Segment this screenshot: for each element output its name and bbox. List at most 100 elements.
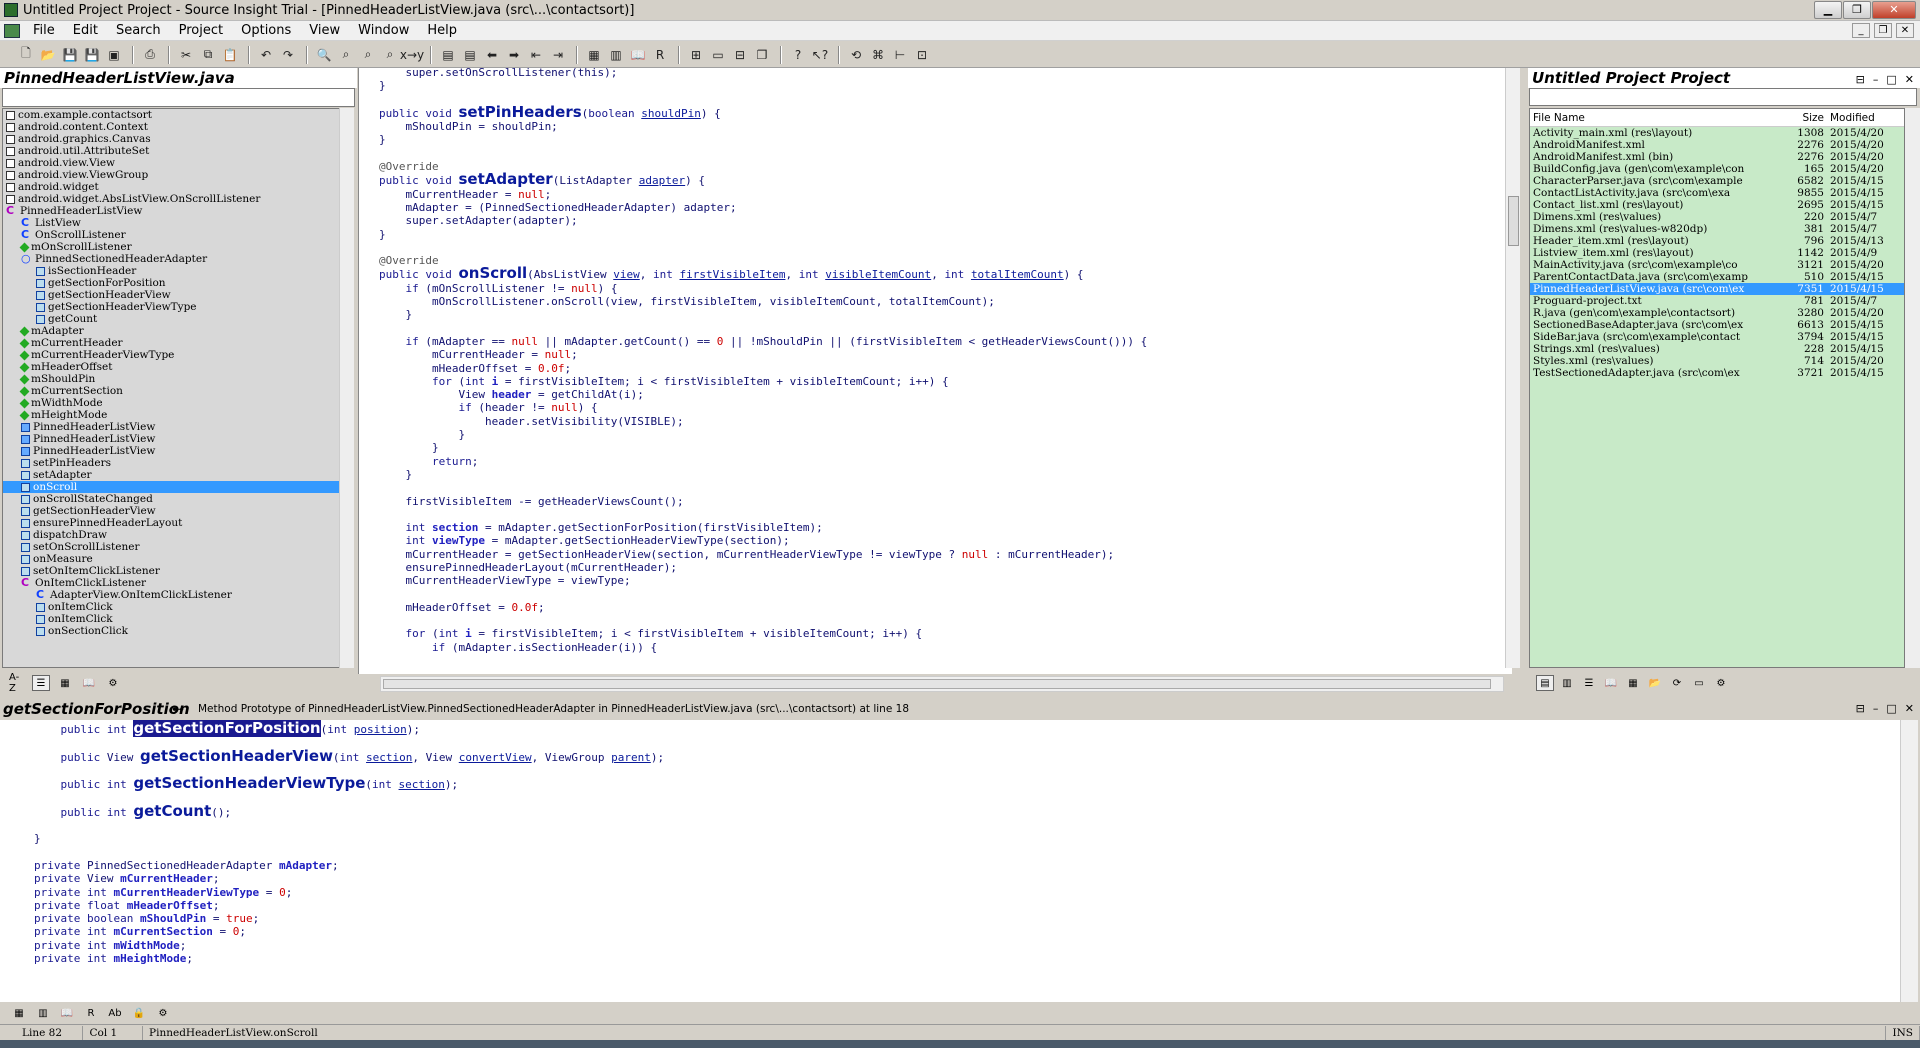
symbol-item[interactable]: android.graphics.Canvas bbox=[3, 133, 353, 145]
call-graph-icon[interactable]: ⊢ bbox=[890, 45, 910, 65]
symbol-window-icon[interactable]: ▦ bbox=[584, 45, 604, 65]
context-scrollbar[interactable] bbox=[1900, 720, 1918, 1002]
doc-minimize-icon[interactable]: _ bbox=[1852, 23, 1870, 38]
layout-cascade-icon[interactable]: ❐ bbox=[752, 45, 772, 65]
redo-icon[interactable]: ↷ bbox=[278, 45, 298, 65]
layout-grid-icon[interactable]: ⊞ bbox=[686, 45, 706, 65]
search-backward-icon[interactable]: ⌕ bbox=[336, 45, 356, 65]
settings-icon[interactable]: ⚙ bbox=[154, 1005, 172, 1021]
file-list-view-icon[interactable]: ▤ bbox=[1536, 675, 1554, 691]
file-row[interactable]: MainActivity.java (src\com\example\co 312… bbox=[1530, 259, 1904, 271]
pin-icon[interactable]: ⊟ bbox=[1856, 70, 1865, 90]
file-row[interactable]: PinnedHeaderListView.java (src\com\ex 735… bbox=[1530, 283, 1904, 295]
symbol-item[interactable]: setOnItemClickListener bbox=[3, 565, 353, 577]
symbol-item[interactable]: setOnScrollListener bbox=[3, 541, 353, 553]
book-icon[interactable]: 📖 bbox=[1602, 675, 1620, 691]
bookmark-icon[interactable]: ▤ bbox=[438, 45, 458, 65]
symbol-item[interactable]: getSectionHeaderView bbox=[3, 505, 353, 517]
symbol-item[interactable]: C ListView bbox=[3, 217, 353, 230]
new-file-icon[interactable]: 🗋 bbox=[16, 45, 36, 65]
symbol-item[interactable]: onItemClick bbox=[3, 601, 353, 613]
panel-minimize-icon[interactable]: – bbox=[1873, 70, 1879, 90]
symbol-types-icon[interactable]: ▦ bbox=[56, 675, 74, 691]
file-row[interactable]: BuildConfig.java (gen\com\example\con 165… bbox=[1530, 163, 1904, 175]
file-row[interactable]: Proguard-project.txt 781 2015/4/7 bbox=[1530, 295, 1904, 307]
minimize-icon[interactable]: ▁ bbox=[1814, 1, 1842, 19]
file-row[interactable]: AndroidManifest.xml (bin) 2276 2015/4/20 bbox=[1530, 151, 1904, 163]
file-row[interactable]: Dimens.xml (res\values-w820dp) 381 2015/4/… bbox=[1530, 223, 1904, 235]
file-row[interactable]: Header_item.xml (res\layout) 796 2015/4/13 bbox=[1530, 235, 1904, 247]
panel-close-icon[interactable]: ✕ bbox=[1905, 702, 1914, 715]
panel-maximize-icon[interactable]: □ bbox=[1886, 70, 1896, 90]
file-row[interactable]: Dimens.xml (res\values) 220 2015/4/7 bbox=[1530, 211, 1904, 223]
file-row[interactable]: SideBar.java (src\com\example\contact 379… bbox=[1530, 331, 1904, 343]
symbol-item[interactable]: onScroll bbox=[3, 481, 353, 493]
symbol-item[interactable]: mShouldPin bbox=[3, 373, 353, 385]
menu-edit[interactable]: Edit bbox=[64, 23, 107, 38]
symbol-item[interactable]: android.view.ViewGroup bbox=[3, 169, 353, 181]
forward-arrow-icon[interactable]: ➡ bbox=[504, 45, 524, 65]
symbol-item[interactable]: onSectionClick bbox=[3, 625, 353, 637]
project-file-list[interactable]: File Name Size Modified Activity_main.xm… bbox=[1529, 108, 1905, 668]
symbol-filter-input[interactable] bbox=[2, 88, 355, 107]
symbol-item[interactable]: mHeightMode bbox=[3, 409, 353, 421]
symbol-item[interactable]: setPinHeaders bbox=[3, 457, 353, 469]
symbol-item[interactable]: getSectionHeaderView bbox=[3, 289, 353, 301]
reference-icon[interactable]: ⌘ bbox=[868, 45, 888, 65]
symbol-item[interactable]: mOnScrollListener bbox=[3, 241, 353, 253]
symbol-item[interactable]: android.util.AttributeSet bbox=[3, 145, 353, 157]
file-row[interactable]: SectionedBaseAdapter.java (src\com\ex 661… bbox=[1530, 319, 1904, 331]
symbol-item[interactable]: setAdapter bbox=[3, 469, 353, 481]
replace-icon[interactable]: x→y bbox=[400, 45, 424, 65]
symbol-item[interactable]: C AdapterView.OnItemClickListener bbox=[3, 589, 353, 602]
file-details-icon[interactable]: ▭ bbox=[1690, 675, 1708, 691]
search-icon[interactable]: 🔍 bbox=[314, 45, 334, 65]
symbol-item[interactable]: isSectionHeader bbox=[3, 265, 353, 277]
code-editor[interactable]: super.setOnScrollListener(this); } publi… bbox=[358, 68, 1512, 674]
paste-icon[interactable]: 📋 bbox=[220, 45, 240, 65]
symbol-item[interactable]: PinnedHeaderListView bbox=[3, 421, 353, 433]
layout-split-icon[interactable]: ⊟ bbox=[730, 45, 750, 65]
menu-search[interactable]: Search bbox=[107, 23, 170, 38]
file-row[interactable]: Contact_list.xml (res\layout) 2695 2015/4/… bbox=[1530, 199, 1904, 211]
panel-maximize-icon[interactable]: □ bbox=[1886, 702, 1896, 715]
symbol-item[interactable]: PinnedHeaderListView bbox=[3, 445, 353, 457]
file-row[interactable]: Strings.xml (res\values) 228 2015/4/15 bbox=[1530, 343, 1904, 355]
save-all-icon[interactable]: ▣ bbox=[104, 45, 124, 65]
file-row[interactable]: AndroidManifest.xml 2276 2015/4/20 bbox=[1530, 139, 1904, 151]
menu-options[interactable]: Options bbox=[232, 23, 300, 38]
file-row[interactable]: R.java (gen\com\example\contactsort) 3280… bbox=[1530, 307, 1904, 319]
bookmark-list-icon[interactable]: ▤ bbox=[460, 45, 480, 65]
settings-icon[interactable]: ⚙ bbox=[1712, 675, 1730, 691]
menu-file[interactable]: File bbox=[24, 23, 64, 38]
column-modified[interactable]: Modified bbox=[1828, 112, 1898, 124]
symbol-item[interactable]: mCurrentHeaderViewType bbox=[3, 349, 353, 361]
relation-icon[interactable]: R bbox=[650, 45, 670, 65]
symbol-item[interactable]: mWidthMode bbox=[3, 397, 353, 409]
file-row[interactable]: Activity_main.xml (res\layout) 1308 2015/4… bbox=[1530, 127, 1904, 139]
symbol-item[interactable]: getSectionForPosition bbox=[3, 277, 353, 289]
back-arrow-icon[interactable]: ⬅ bbox=[482, 45, 502, 65]
font-icon[interactable]: Ab bbox=[106, 1005, 124, 1021]
menu-help[interactable]: Help bbox=[418, 23, 466, 38]
file-row[interactable]: Listview_item.xml (res\layout) 1142 2015/4… bbox=[1530, 247, 1904, 259]
symbol-item[interactable]: android.widget.AbsListView.OnScrollListe… bbox=[3, 193, 353, 205]
file-row[interactable]: Styles.xml (res\values) 714 2015/4/20 bbox=[1530, 355, 1904, 367]
symbol-item[interactable]: ○ PinnedSectionedHeaderAdapter bbox=[3, 253, 353, 266]
symbol-item[interactable]: ensurePinnedHeaderLayout bbox=[3, 517, 353, 529]
list-view-icon[interactable]: ☰ bbox=[32, 675, 50, 691]
file-row[interactable]: CharacterParser.java (src\com\example 658… bbox=[1530, 175, 1904, 187]
sync-icon[interactable]: ⟲ bbox=[846, 45, 866, 65]
browse-icon[interactable]: ▥ bbox=[34, 1005, 52, 1021]
symbol-item[interactable]: getSectionHeaderViewType bbox=[3, 301, 353, 313]
symbol-item[interactable]: PinnedHeaderListView bbox=[3, 433, 353, 445]
document-icon[interactable] bbox=[4, 23, 20, 38]
print-icon[interactable]: ⎙ bbox=[140, 45, 160, 65]
book-icon[interactable]: 📖 bbox=[58, 1005, 76, 1021]
symbol-item[interactable]: onScrollStateChanged bbox=[3, 493, 353, 505]
symbol-item[interactable]: mHeaderOffset bbox=[3, 361, 353, 373]
save-icon[interactable]: 💾 bbox=[60, 45, 80, 65]
file-row[interactable]: TestSectionedAdapter.java (src\com\ex 372… bbox=[1530, 367, 1904, 379]
scroll-thumb[interactable] bbox=[1508, 196, 1519, 246]
lookup-icon[interactable]: ? bbox=[788, 45, 808, 65]
